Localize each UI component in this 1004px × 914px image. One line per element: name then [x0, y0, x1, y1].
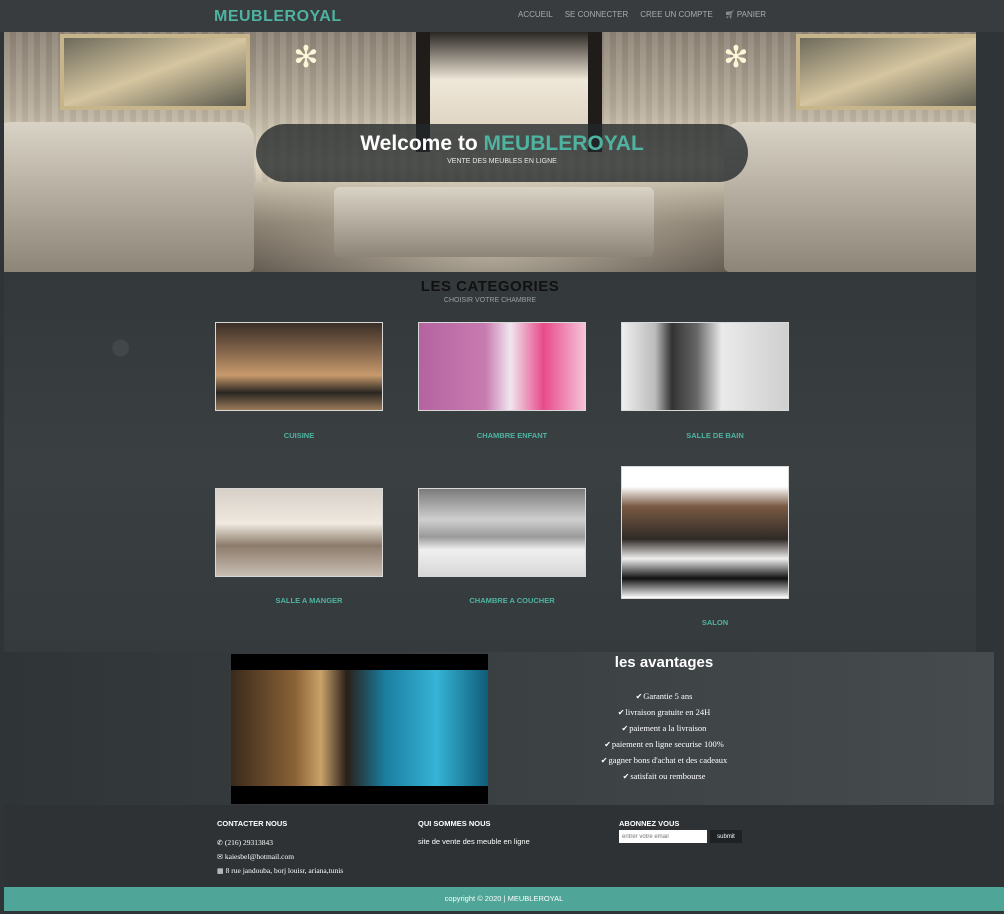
hero-title: Welcome to MEUBLEROYAL	[256, 132, 748, 156]
map-icon: ▦	[217, 867, 224, 875]
avantages-section: les avantages ✔Garantie 5 ans ✔livraison…	[4, 652, 994, 805]
avantages-image-content	[231, 670, 488, 786]
avantages-title: les avantages	[614, 654, 714, 671]
chandelier-icon: ✻	[293, 41, 319, 74]
footer-email-text[interactable]: kaiesbel@hotmail.com	[225, 852, 294, 861]
category-label-chambre-a-coucher[interactable]: CHAMBRE A COUCHER	[428, 596, 596, 605]
navbar: MEUBLEROYAL ACCUEIL SE CONNECTER CREE UN…	[0, 0, 1004, 32]
avantage-text: satisfait ou rembourse	[630, 771, 706, 781]
check-icon: ✔	[621, 724, 629, 733]
footer-phone: ✆ (216) 29313843	[217, 838, 273, 847]
footer-about-title: QUI SOMMES NOUS	[418, 819, 491, 828]
footer-address: ▦ 8 rue jandouba, borj louisr, ariana,tun…	[217, 866, 343, 875]
avantage-item: ✔satisfait ou rembourse	[564, 768, 764, 784]
category-image-salle-a-manger[interactable]	[215, 488, 383, 577]
footer: CONTACTER NOUS ✆ (216) 29313843 ✉ kaiesbel…	[4, 805, 1004, 887]
category-image-cuisine[interactable]	[215, 322, 383, 411]
category-label-salle-de-bain[interactable]: SALLE DE BAIN	[631, 431, 799, 440]
envelope-icon: ✉	[217, 853, 223, 861]
hero-armchair-right	[724, 122, 976, 272]
category-label-salle-a-manger[interactable]: SALLE A MANGER	[225, 596, 393, 605]
avantage-item: ✔livraison gratuite en 24H	[564, 704, 764, 720]
nav-link-home[interactable]: ACCUEIL	[518, 10, 553, 19]
check-icon: ✔	[617, 708, 625, 717]
copyright-bar: copyright © 2020 | MEUBLEROYAL	[4, 887, 1004, 911]
avantage-text: livraison gratuite en 24H	[625, 707, 711, 717]
category-image-chambre-a-coucher[interactable]	[418, 488, 586, 577]
check-icon: ✔	[600, 756, 608, 765]
footer-newsletter-title: ABONNEZ VOUS	[619, 819, 680, 828]
hero-sofa	[334, 187, 654, 257]
hero-banner-image: ✻ ✻ Welcome to MEUBLEROYAL VENTE DES MEU…	[4, 32, 976, 272]
nav-link-login[interactable]: SE CONNECTER	[565, 10, 629, 19]
chandelier-icon: ✻	[723, 41, 749, 74]
avantage-item: ✔paiement a la livraison	[564, 720, 764, 736]
avantage-item: ✔gagner bons d'achat et des cadeaux	[564, 752, 764, 768]
avantages-image	[231, 654, 488, 804]
phone-icon: ✆	[217, 839, 223, 847]
footer-address-text: 8 rue jandouba, borj louisr, ariana,tuni…	[225, 866, 344, 875]
category-image-salle-de-bain[interactable]	[621, 322, 789, 411]
avantage-text: gagner bons d'achat et des cadeaux	[608, 755, 728, 765]
hero-title-accent: MEUBLEROYAL	[483, 132, 644, 155]
footer-phone-text: (216) 29313843	[224, 838, 273, 847]
hero-caption: Welcome to MEUBLEROYAL VENTE DES MEUBLES…	[256, 124, 748, 182]
avantage-text: paiement en ligne securise 100%	[611, 739, 724, 749]
nav-links: ACCUEIL SE CONNECTER CREE UN COMPTE 🛒︎ PA…	[518, 10, 766, 19]
categories-subheading: CHOISIR VOTRE CHAMBRE	[443, 297, 537, 304]
category-image-salon[interactable]	[621, 466, 789, 599]
hero-subtitle: VENTE DES MEUBLES EN LIGNE	[447, 158, 557, 165]
footer-contact-title: CONTACTER NOUS	[217, 819, 288, 828]
nav-link-cart-label: PANIER	[736, 10, 767, 19]
avantage-item: ✔paiement en ligne securise 100%	[564, 736, 764, 752]
nav-link-cart[interactable]: 🛒︎ PANIER	[725, 10, 766, 19]
check-icon: ✔	[604, 740, 611, 749]
avantage-text: paiement a la livraison	[629, 723, 707, 733]
avantage-item: ✔Garantie 5 ans	[564, 688, 764, 704]
avantages-list: ✔Garantie 5 ans ✔livraison gratuite en 2…	[564, 688, 764, 784]
check-icon: ✔	[635, 692, 643, 701]
hero-title-prefix: Welcome to	[360, 132, 478, 155]
hero-armchair-left	[4, 122, 254, 272]
brand-logo[interactable]: MEUBLEROYAL	[214, 8, 342, 26]
newsletter-submit-button[interactable]: submit	[710, 830, 742, 843]
hero-painting-right	[796, 34, 976, 110]
category-label-cuisine[interactable]: CUISINE	[215, 431, 383, 440]
avantage-text: Garantie 5 ans	[643, 691, 693, 701]
category-label-salon[interactable]: SALON	[631, 618, 799, 627]
check-icon: ✔	[622, 772, 630, 781]
footer-email: ✉ kaiesbel@hotmail.com	[217, 852, 294, 861]
category-image-chambre-enfant[interactable]	[418, 322, 586, 411]
categories-heading: LES CATEGORIES	[420, 278, 560, 295]
cart-icon: 🛒︎	[724, 10, 735, 19]
category-label-chambre-enfant[interactable]: CHAMBRE ENFANT	[428, 431, 596, 440]
nav-link-register[interactable]: CREE UN COMPTE	[640, 10, 712, 19]
hero-painting-left	[60, 34, 250, 110]
newsletter-email-input[interactable]	[619, 830, 707, 843]
footer-about-text: site de vente des meuble en ligne	[418, 837, 530, 846]
